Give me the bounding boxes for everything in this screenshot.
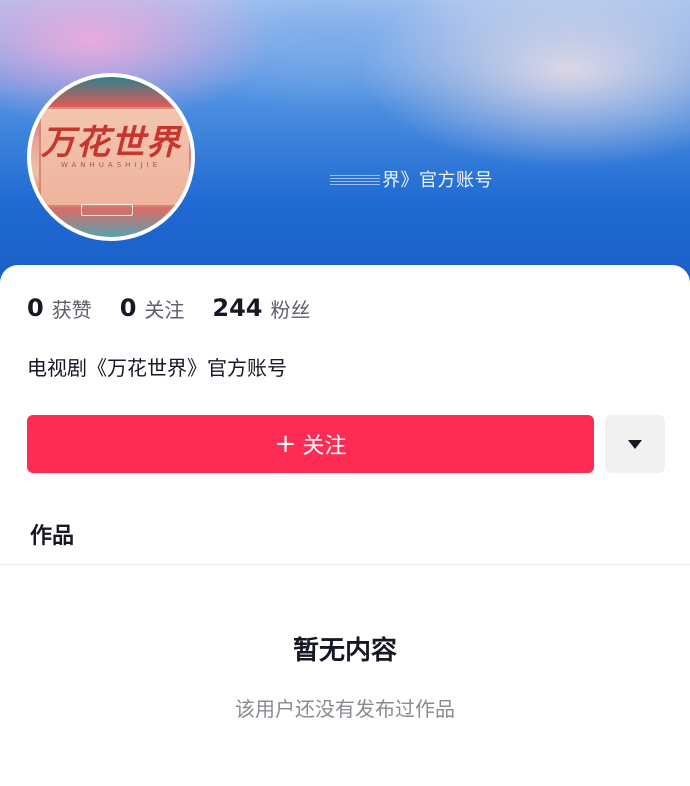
divider — [0, 564, 690, 565]
follow-button[interactable]: + 关注 — [27, 415, 594, 473]
avatar-subtitle-logo: WANHUASHIJIE — [60, 161, 162, 169]
stat-likes[interactable]: 0 获赞 — [27, 294, 92, 323]
stat-following[interactable]: 0 关注 — [120, 294, 185, 323]
plus-icon: + — [274, 429, 297, 459]
caret-down-icon — [628, 439, 642, 449]
avatar[interactable]: 万花世界 WANHUASHIJIE — [27, 73, 195, 241]
stat-likes-count: 0 — [27, 294, 44, 322]
stat-following-count: 0 — [119, 294, 137, 322]
avatar-tag — [81, 204, 133, 216]
stat-followers-count: 244 — [212, 294, 263, 322]
profile-bio: 电视剧《万花世界》官方账号 — [27, 356, 287, 380]
banner-decoration — [330, 175, 380, 185]
stat-following-label: 关注 — [144, 297, 185, 322]
stat-likes-label: 获赞 — [51, 297, 92, 322]
stat-followers[interactable]: 244 粉丝 — [212, 294, 310, 323]
tab-works[interactable]: 作品 — [30, 518, 74, 550]
empty-state-description: 该用户还没有发布过作品 — [235, 697, 455, 721]
empty-state-title: 暂无内容 — [292, 636, 397, 666]
banner-account-text: 界》官方账号 — [382, 170, 493, 191]
profile-stats: 0 获赞 0 关注 244 粉丝 — [27, 291, 339, 325]
avatar-title-logo: 万花世界 — [41, 123, 181, 163]
stat-followers-label: 粉丝 — [270, 297, 311, 322]
follow-button-label: 关注 — [302, 434, 347, 459]
more-options-button[interactable] — [605, 415, 665, 473]
